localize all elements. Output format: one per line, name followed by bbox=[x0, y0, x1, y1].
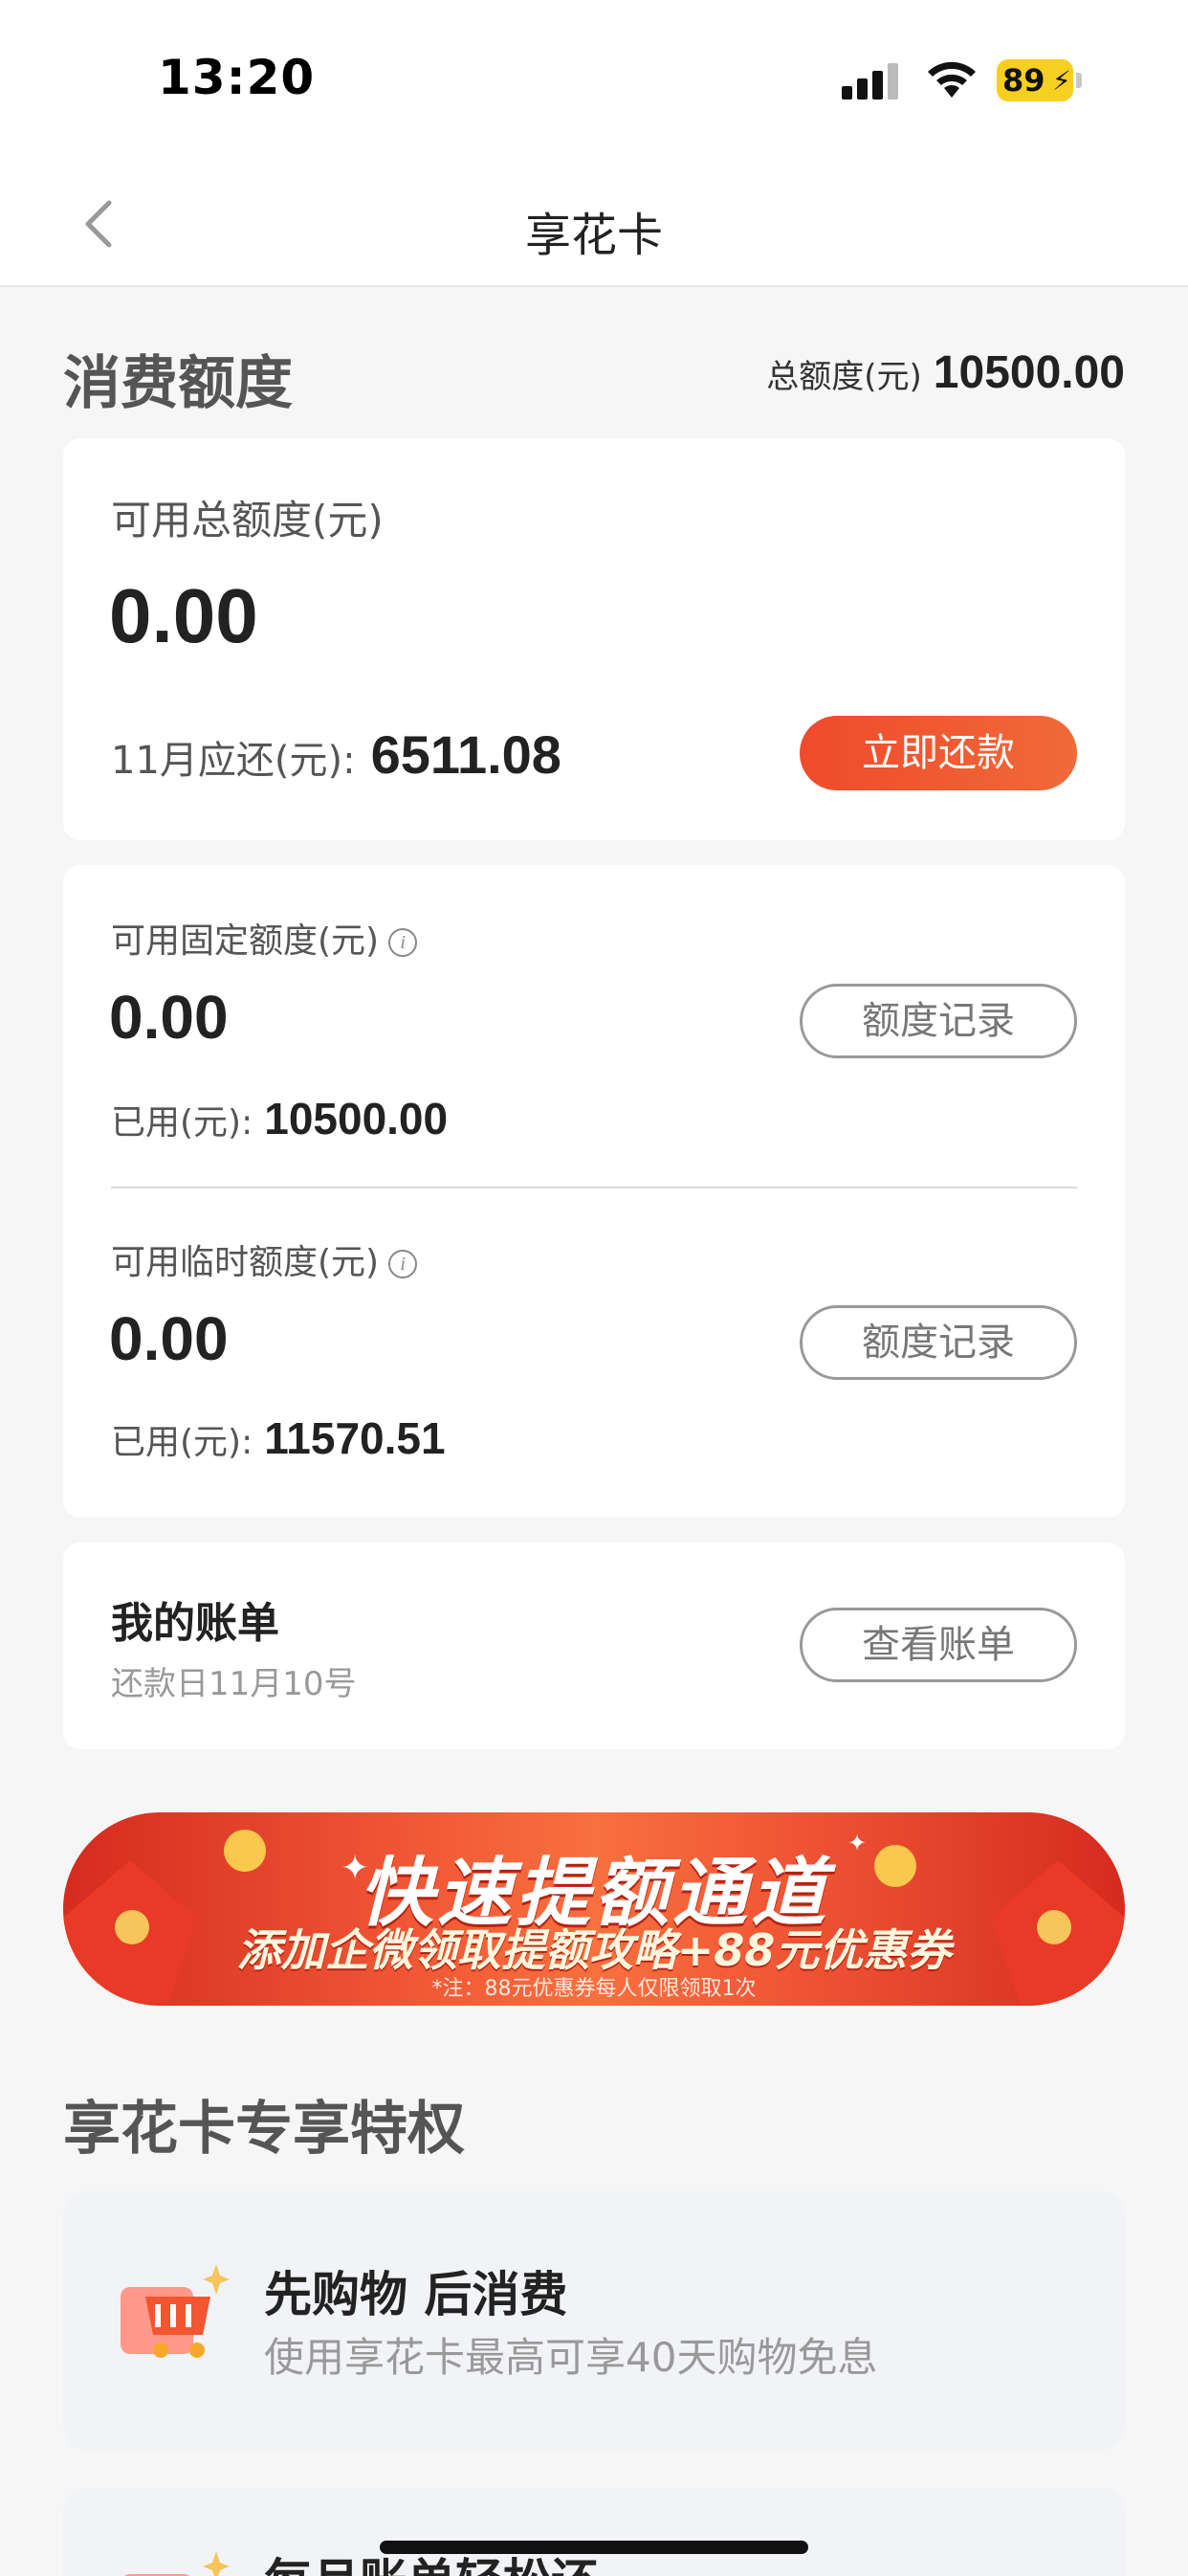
privilege-item[interactable]: 每月账单轻松还 bbox=[63, 2488, 1125, 2576]
quota-detail-card: 可用固定额度(元) i 0.00 额度记录 已用(元): 10500.00 可用临… bbox=[63, 865, 1125, 1518]
total-quota-label: 总额度(元) bbox=[766, 358, 922, 396]
shopping-cart-icon bbox=[121, 2264, 230, 2358]
temp-quota-value: 0.00 bbox=[109, 1304, 229, 1373]
charging-bolt-icon: ⚡ bbox=[1052, 65, 1071, 97]
bill-icon bbox=[124, 2551, 230, 2576]
battery-level: 89 bbox=[1002, 62, 1045, 99]
privileges-title: 享花卡专享特权 bbox=[63, 2096, 465, 2163]
total-quota: 总额度(元) 10500.00 bbox=[766, 346, 1125, 399]
due-label: 11月应还(元): bbox=[111, 739, 356, 783]
fixed-quota-label-row: 可用固定额度(元) i bbox=[111, 913, 418, 963]
temp-quota-label: 可用临时额度(元) bbox=[111, 1243, 380, 1282]
divider bbox=[111, 1187, 1077, 1188]
section-title-quota: 消费额度 bbox=[63, 350, 293, 417]
fixed-used-row: 已用(元): 10500.00 bbox=[111, 1093, 448, 1144]
fixed-quota-value: 0.00 bbox=[109, 983, 229, 1052]
banner-subtitle: 添加企微领取提额攻略+88元优惠券 bbox=[236, 1924, 952, 1976]
promo-banner[interactable]: ✦ ✦ 快速提额通道 添加企微领取提额攻略+88元优惠券 *注：88元优惠券每人… bbox=[63, 1812, 1125, 2006]
temp-quota-label-row: 可用临时额度(元) i bbox=[111, 1234, 418, 1284]
wifi-icon bbox=[928, 61, 976, 98]
home-indicator[interactable] bbox=[380, 2541, 808, 2554]
nav-bar: 享花卡 bbox=[0, 163, 1188, 287]
info-icon[interactable]: i bbox=[388, 928, 418, 957]
due-value: 6511.08 bbox=[370, 724, 561, 785]
repay-now-button[interactable]: 立即还款 bbox=[800, 716, 1077, 790]
privilege-desc: 使用享花卡最高可享40天购物免息 bbox=[264, 2334, 878, 2381]
fixed-quota-label: 可用固定额度(元) bbox=[111, 922, 380, 961]
temp-quota-record-button[interactable]: 额度记录 bbox=[800, 1305, 1077, 1380]
battery-icon: 89 ⚡ bbox=[997, 59, 1083, 101]
page: 13:20 89 ⚡ 享花卡 消费额度 总额度(元) 10500.00 可用总额… bbox=[0, 0, 1188, 2576]
info-icon[interactable]: i bbox=[388, 1250, 418, 1278]
status-bar: 13:20 89 ⚡ bbox=[0, 0, 1188, 163]
bill-due-date: 还款日11月10号 bbox=[111, 1665, 357, 1703]
status-time: 13:20 bbox=[158, 50, 316, 105]
bill-title: 我的账单 bbox=[111, 1599, 279, 1648]
available-total-label: 可用总额度(元) bbox=[111, 497, 384, 544]
banner-note: *注：88元优惠券每人仅限领取1次 bbox=[431, 1977, 757, 2001]
privilege-title: 先购物 后消费 bbox=[264, 2267, 568, 2322]
fixed-quota-record-button[interactable]: 额度记录 bbox=[800, 984, 1077, 1058]
available-total-value: 0.00 bbox=[109, 573, 258, 658]
view-bill-button[interactable]: 查看账单 bbox=[800, 1608, 1077, 1682]
due-row: 11月应还(元): 6511.08 bbox=[111, 723, 561, 786]
total-quota-value: 10500.00 bbox=[933, 347, 1125, 398]
fixed-used-label: 已用(元): bbox=[111, 1103, 253, 1143]
available-quota-card: 可用总额度(元) 0.00 11月应还(元): 6511.08 立即还款 bbox=[63, 438, 1125, 840]
fixed-used-value: 10500.00 bbox=[264, 1094, 449, 1144]
page-title: 享花卡 bbox=[524, 209, 663, 262]
privilege-item[interactable]: 先购物 后消费 使用享花卡最高可享40天购物免息 bbox=[63, 2191, 1125, 2450]
my-bill-card[interactable]: 我的账单 还款日11月10号 查看账单 bbox=[63, 1543, 1125, 1749]
temp-used-label: 已用(元): bbox=[111, 1423, 253, 1462]
temp-used-value: 11570.51 bbox=[264, 1413, 446, 1463]
cellular-signal-icon bbox=[842, 63, 901, 100]
temp-used-row: 已用(元): 11570.51 bbox=[111, 1412, 446, 1464]
